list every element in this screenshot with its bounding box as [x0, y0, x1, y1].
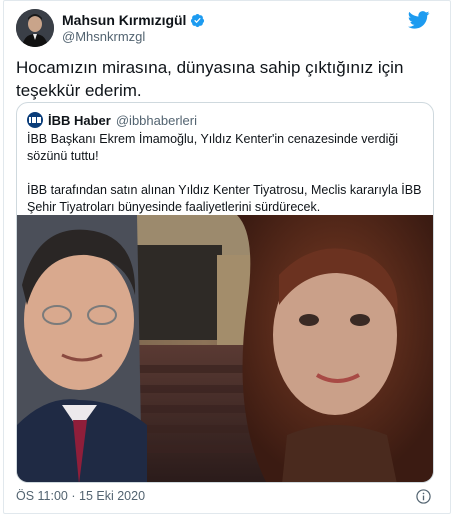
quoted-tweet[interactable]: İBB Haber @ibbhaberleri İBB Başkanı Ekre…: [16, 102, 434, 483]
tweet-timestamp[interactable]: ÖS 11:00 · 15 Eki 2020: [16, 489, 145, 503]
ibb-logo-icon: [27, 112, 43, 128]
quoted-author-name[interactable]: İBB Haber: [48, 113, 111, 128]
author-name[interactable]: Mahsun Kırmızıgül: [62, 12, 186, 28]
quoted-tweet-photo[interactable]: [17, 215, 434, 483]
avatar[interactable]: [16, 9, 54, 47]
quoted-tweet-header: İBB Haber @ibbhaberleri: [27, 112, 197, 128]
quoted-paragraph-1: İBB Başkanı Ekrem İmamoğlu, Yıldız Kente…: [27, 132, 399, 163]
quoted-author-handle[interactable]: @ibbhaberleri: [116, 113, 197, 128]
quoted-paragraph-2: İBB tarafından satın alınan Yıldız Kente…: [27, 183, 422, 214]
info-icon[interactable]: [416, 489, 431, 504]
tweet-text: Hocamızın mirasına, dünyasına sahip çıkt…: [16, 58, 404, 100]
twitter-bird-icon[interactable]: [408, 11, 430, 29]
tweet-card: Mahsun Kırmızıgül @Mhsnkrmzgl Hocamızın …: [3, 0, 451, 514]
verified-badge-icon: [191, 13, 205, 27]
author-name-row[interactable]: Mahsun Kırmızıgül: [62, 12, 205, 28]
author-handle[interactable]: @Mhsnkrmzgl: [62, 29, 145, 44]
